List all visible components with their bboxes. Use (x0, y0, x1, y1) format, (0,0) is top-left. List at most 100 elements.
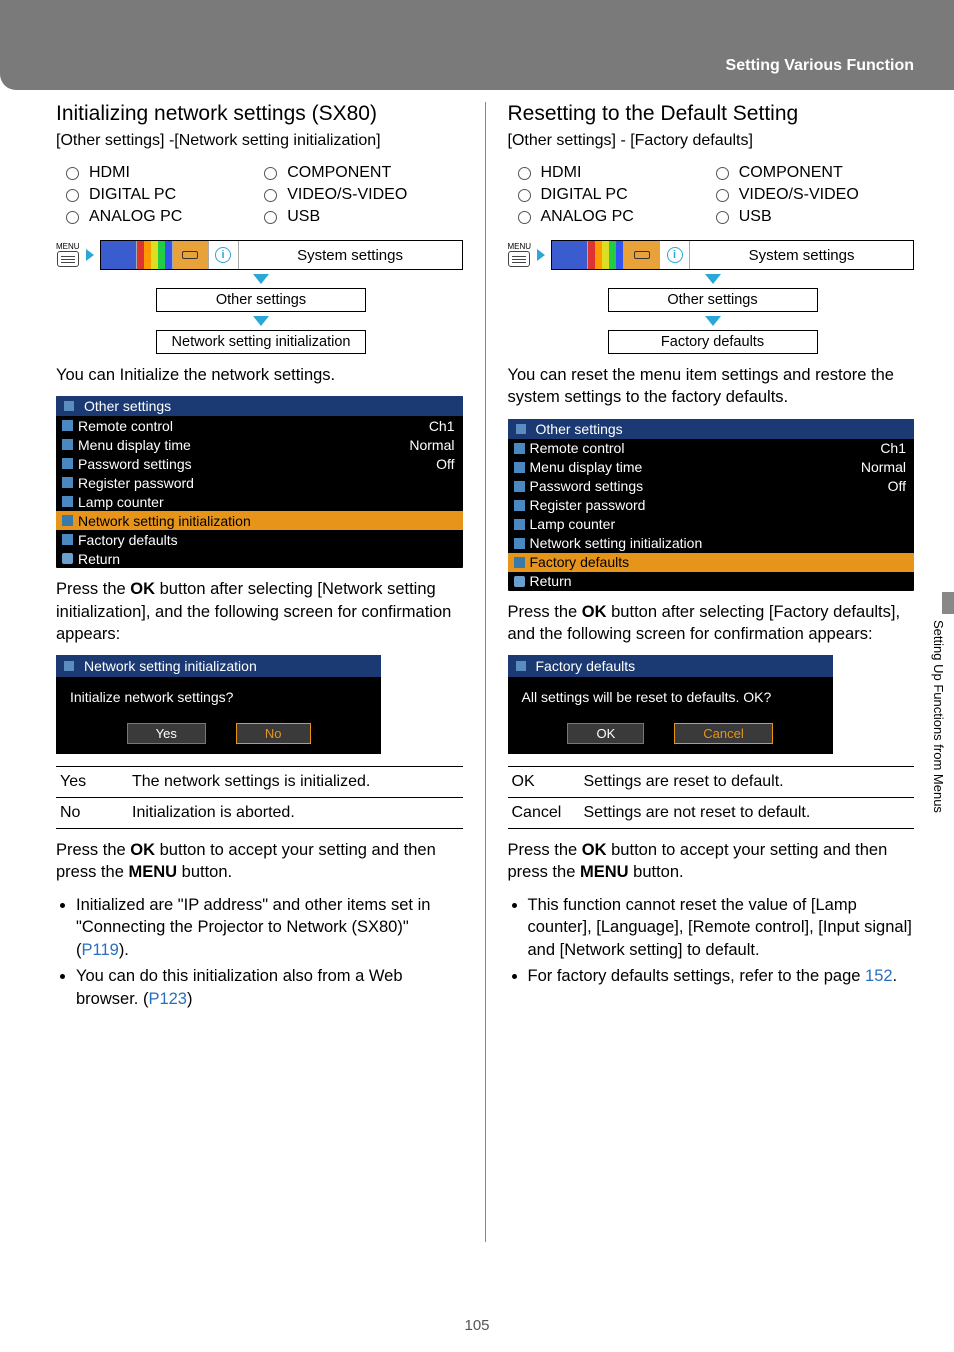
input-item: USB (716, 208, 914, 226)
tab-icon-info: i (209, 241, 239, 269)
input-item: VIDEO/S-VIDEO (264, 186, 462, 204)
menu-row[interactable]: Lamp counter (508, 515, 915, 534)
dialog-no-button[interactable]: No (236, 723, 311, 744)
menu-title: Other settings (84, 398, 171, 414)
page-link[interactable]: 152 (865, 967, 893, 985)
table-row: CancelSettings are not reset to default. (508, 798, 915, 829)
menu-row[interactable]: Return (508, 572, 915, 591)
radio-icon (518, 167, 531, 180)
input-item: USB (264, 208, 462, 226)
ok-button-ref: OK (130, 841, 155, 859)
menu-row-value: Ch1 (429, 418, 455, 434)
menu-row[interactable]: Remote controlCh1 (508, 439, 915, 458)
menu-row[interactable]: Remote controlCh1 (56, 416, 463, 435)
menu-row[interactable]: Return (56, 549, 463, 568)
menu-button-icon: MENU (56, 243, 80, 267)
menu-row-label: Lamp counter (78, 494, 164, 510)
notes-list-left: Initialized are "IP address" and other i… (76, 894, 463, 1011)
header-icon (64, 661, 74, 671)
menu-row[interactable]: Menu display timeNormal (508, 458, 915, 477)
input-item: HDMI (518, 164, 716, 182)
right-column: Resetting to the Default Setting [Other … (508, 102, 915, 1242)
ok-button-ref: OK (582, 603, 607, 621)
option-key: OK (508, 767, 580, 798)
menu-row-label: Return (530, 573, 572, 589)
dialog-ok-button[interactable]: OK (567, 723, 644, 744)
option-value: Settings are not reset to default. (580, 798, 915, 829)
menu-row-value: Off (436, 456, 454, 472)
dialog-body: All settings will be reset to defaults. … (508, 677, 833, 709)
radio-icon (264, 167, 277, 180)
menu-row-label: Network setting initialization (530, 535, 703, 551)
dialog-body: Initialize network settings? (56, 677, 381, 709)
radio-icon (66, 189, 79, 202)
menu-row[interactable]: Lamp counter (56, 492, 463, 511)
dialog-yes-button[interactable]: Yes (127, 723, 206, 744)
left-column: Initializing network settings (SX80) [Ot… (56, 102, 463, 1242)
radio-icon (716, 167, 729, 180)
option-value: Settings are reset to default. (580, 767, 915, 798)
tab-label: System settings (690, 247, 913, 264)
paragraph: Press the OK button after selecting [Net… (56, 578, 463, 645)
tab-icon-system (173, 241, 209, 269)
dialog-title: Factory defaults (536, 658, 636, 674)
paragraph: Press the OK button after selecting [Fac… (508, 601, 915, 646)
menu-row-label: Password settings (530, 478, 644, 494)
menu-row[interactable]: Password settingsOff (508, 477, 915, 496)
input-item: ANALOG PC (518, 208, 716, 226)
menu-row[interactable]: Network setting initialization (56, 511, 463, 530)
radio-icon (518, 211, 531, 224)
left-title: Initializing network settings (SX80) (56, 102, 463, 126)
tab-icon-image (137, 241, 173, 269)
menu-screenshot-right: Other settings Remote controlCh1Menu dis… (508, 419, 915, 591)
input-label: USB (287, 208, 320, 226)
list-item: Initialized are "IP address" and other i… (76, 894, 463, 962)
option-value: Initialization is aborted. (128, 798, 463, 829)
input-item: HDMI (66, 164, 264, 182)
list-item: This function cannot reset the value of … (528, 894, 915, 962)
notes-list-right: This function cannot reset the value of … (528, 894, 915, 988)
arrow-right-icon (537, 249, 545, 261)
input-label: VIDEO/S-VIDEO (287, 186, 407, 204)
menu-label: MENU (56, 243, 80, 251)
page-link[interactable]: P119 (82, 941, 119, 959)
arrow-down-icon (253, 316, 269, 326)
table-row: NoInitialization is aborted. (56, 798, 463, 829)
menu-row[interactable]: Register password (56, 473, 463, 492)
input-label: COMPONENT (287, 164, 391, 182)
menu-row[interactable]: Menu display timeNormal (56, 435, 463, 454)
menu-button-ref: MENU (580, 863, 629, 881)
radio-icon (264, 211, 277, 224)
option-table-right: OKSettings are reset to default. CancelS… (508, 766, 915, 829)
menu-row[interactable]: Password settingsOff (56, 454, 463, 473)
paragraph: Press the OK button to accept your setti… (508, 839, 915, 884)
menu-row-label: Factory defaults (78, 532, 178, 548)
option-table-left: YesThe network settings is initialized. … (56, 766, 463, 829)
menu-row-label: Lamp counter (530, 516, 616, 532)
input-label: DIGITAL PC (541, 186, 628, 204)
menu-row-value: Normal (861, 459, 906, 475)
input-label: HDMI (541, 164, 582, 182)
menu-row[interactable]: Factory defaults (56, 530, 463, 549)
tab-icon-display (552, 241, 588, 269)
radio-icon (518, 189, 531, 202)
input-item: COMPONENT (716, 164, 914, 182)
nav-flow-left: MENU i System settings Other settings Ne… (56, 240, 463, 354)
menu-row[interactable]: Network setting initialization (508, 534, 915, 553)
radio-icon (716, 189, 729, 202)
menu-label: MENU (508, 243, 532, 251)
menu-row[interactable]: Factory defaults (508, 553, 915, 572)
page-link[interactable]: P123 (148, 990, 187, 1008)
side-tab-label: Setting Up Functions from Menus (931, 620, 946, 813)
menu-row-value: Ch1 (880, 440, 906, 456)
list-item: For factory defaults settings, refer to … (528, 965, 915, 988)
menu-row[interactable]: Register password (508, 496, 915, 515)
input-label: COMPONENT (739, 164, 843, 182)
page-number: 105 (464, 1317, 489, 1334)
dialog-cancel-button[interactable]: Cancel (674, 723, 772, 744)
table-row: OKSettings are reset to default. (508, 767, 915, 798)
menu-row-label: Register password (530, 497, 646, 513)
radio-icon (66, 211, 79, 224)
radio-icon (716, 211, 729, 224)
tab-label: System settings (239, 247, 462, 264)
